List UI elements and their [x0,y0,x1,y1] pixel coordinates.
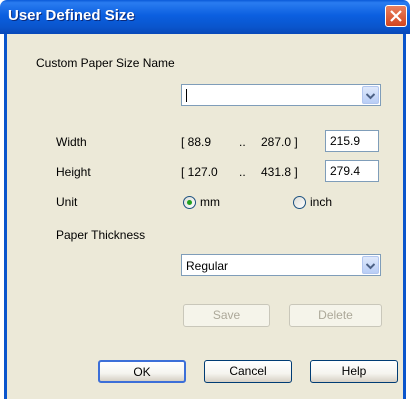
dialog-title: User Defined Size [8,7,135,24]
width-label: Width [56,135,87,149]
unit-mm-radio[interactable] [183,196,196,209]
paper-thickness-combo[interactable]: Regular [181,254,381,276]
delete-button[interactable]: Delete [289,304,382,327]
unit-inch-radio[interactable] [293,196,306,209]
ok-button[interactable]: OK [98,360,186,383]
height-label: Height [56,165,91,179]
width-range-max: 287.0 ] [261,135,298,149]
unit-mm-label[interactable]: mm [200,195,220,209]
radio-selected-dot [187,200,192,205]
custom-name-combo[interactable] [181,84,381,106]
chevron-down-icon [366,93,375,100]
help-button[interactable]: Help [310,360,398,383]
width-input[interactable]: 215.9 [325,130,379,152]
paper-thickness-label: Paper Thickness [56,228,146,242]
close-button[interactable] [385,5,407,27]
custom-name-label: Custom Paper Size Name [36,56,175,70]
height-range-max: 431.8 ] [261,165,298,179]
unit-inch-label[interactable]: inch [310,195,332,209]
chevron-down-icon [366,263,375,270]
text-caret [186,89,187,102]
save-button[interactable]: Save [183,304,270,327]
close-icon [390,10,402,22]
dropdown-button[interactable] [362,256,379,274]
title-bar[interactable]: User Defined Size [0,0,410,34]
dialog-body: Custom Paper Size Name Width [ 88.9 .. 2… [4,34,406,399]
unit-label: Unit [56,195,78,209]
height-input[interactable]: 279.4 [325,160,379,182]
width-range-separator: .. [239,135,246,149]
height-range-separator: .. [239,165,246,179]
user-defined-size-dialog: User Defined Size Custom Paper Size Name… [0,0,410,399]
cancel-button[interactable]: Cancel [204,360,292,383]
dropdown-button[interactable] [362,86,379,104]
width-range-min: [ 88.9 [181,135,212,149]
height-range-min: [ 127.0 [181,165,218,179]
